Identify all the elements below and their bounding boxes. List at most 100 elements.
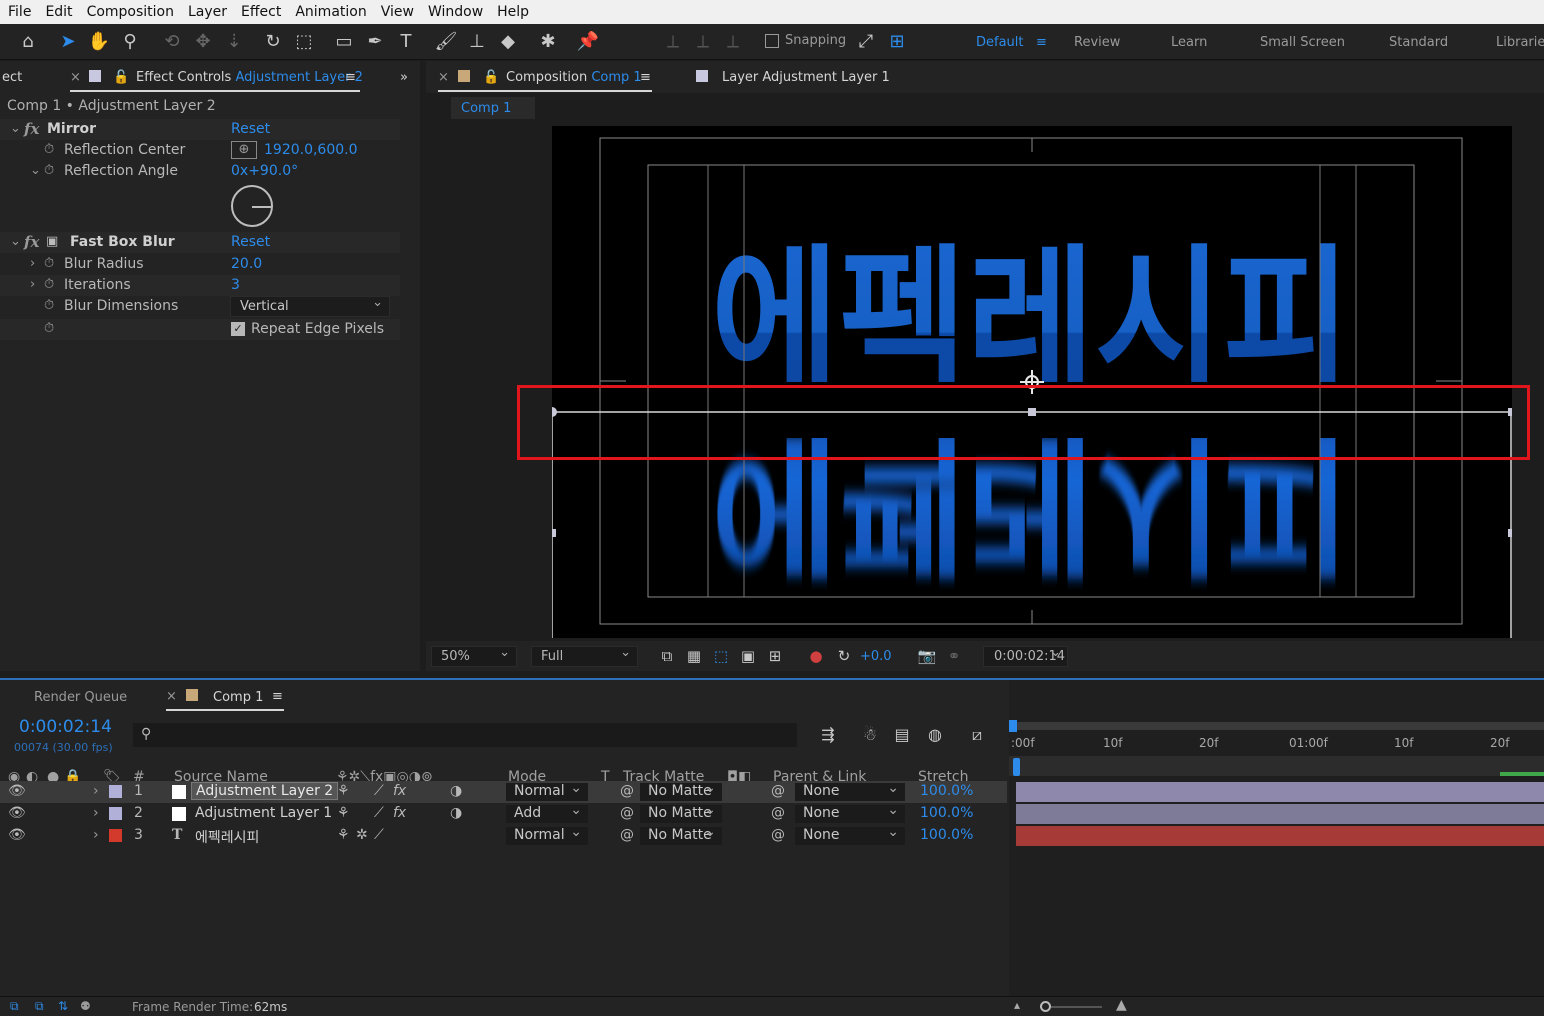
workspace-standard[interactable]: Standard: [1389, 35, 1448, 50]
work-area-start-handle[interactable]: [1009, 720, 1017, 732]
lock-icon[interactable]: 🔓: [113, 70, 129, 85]
motion-blur-icon[interactable]: ◍: [922, 722, 948, 748]
chevron-down-icon[interactable]: ⌄: [30, 163, 41, 178]
crosshair-icon[interactable]: ⊕: [231, 141, 257, 159]
current-time[interactable]: 0:00:02:14: [19, 717, 112, 737]
stretch-value[interactable]: 100.0%: [920, 783, 973, 799]
repeat-edge-checkbox[interactable]: ✓: [231, 322, 245, 336]
comp-sub-tab[interactable]: Comp 1: [451, 97, 535, 119]
mirror-reset-link[interactable]: Reset: [231, 121, 270, 137]
layer-label-swatch[interactable]: [109, 785, 122, 798]
render-time-toggle-icon[interactable]: ⚉: [80, 999, 91, 1013]
reflection-center-value[interactable]: 1920.0,600.0: [264, 142, 358, 158]
blur-radius-value[interactable]: 20.0: [231, 256, 262, 272]
quality-switch-icon[interactable]: ⟋: [374, 827, 384, 843]
menu-layer[interactable]: Layer: [180, 4, 227, 20]
eraser-tool-icon[interactable]: ◆: [495, 29, 521, 55]
playhead[interactable]: [1013, 758, 1020, 776]
timeline-graph-area[interactable]: :00f 10f 20f 01:00f 10f 20f: [1009, 680, 1544, 1016]
channels-icon[interactable]: ●: [803, 643, 829, 669]
view-axis-icon[interactable]: ⟂: [720, 29, 746, 55]
layer-handle[interactable]: [1508, 529, 1512, 537]
tab-composition[interactable]: Composition Comp 1: [506, 70, 642, 85]
parent-pickwhip-icon[interactable]: @: [771, 783, 785, 799]
eye-icon[interactable]: 👁: [8, 805, 26, 821]
pen-tool-icon[interactable]: ✒: [362, 29, 388, 55]
menu-edit[interactable]: Edit: [37, 4, 72, 20]
stopwatch-icon[interactable]: ⏱: [44, 142, 54, 157]
rotation-tool-icon[interactable]: ↻: [260, 29, 286, 55]
fast-box-blur-reset-link[interactable]: Reset: [231, 234, 270, 250]
snapping-toggle[interactable]: Snapping: [765, 33, 846, 48]
dolly-camera-icon[interactable]: ⇣: [221, 29, 247, 55]
effect-fast-box-blur-row[interactable]: ⌄ fx ▣ Fast Box Blur Reset: [0, 232, 400, 253]
layer-row-3[interactable]: 👁 › 3 T 에펙레시피 ⚘ ✲ ⟋ Normal @ No Matte @ …: [0, 824, 1007, 847]
chevron-down-icon[interactable]: ⌄: [10, 121, 21, 136]
effect-mirror-row[interactable]: ⌄ fx Mirror Reset: [0, 119, 400, 140]
parent-pickwhip-icon[interactable]: @: [771, 805, 785, 821]
layer-bar-3[interactable]: [1016, 826, 1544, 846]
collapse-switch-icon[interactable]: ✲: [356, 827, 368, 843]
parent-dropdown[interactable]: None: [795, 824, 905, 845]
stopwatch-icon[interactable]: ⏱: [44, 277, 54, 292]
in-out-toggle-icon[interactable]: ⇅: [58, 999, 68, 1013]
tab-comp-1[interactable]: Comp 1: [213, 690, 263, 705]
spiral-link-icon[interactable]: @: [620, 827, 634, 843]
layer-row-2[interactable]: 👁 › 2 Adjustment Layer 1 ⚘ ⟋ fx ◑ Add @ …: [0, 802, 1007, 825]
mode-dropdown[interactable]: Normal: [506, 780, 588, 801]
mask-visibility-icon[interactable]: ⬚: [708, 643, 734, 669]
puppet-pin-tool-icon[interactable]: 📌: [575, 29, 601, 55]
work-area-bar[interactable]: [1013, 722, 1544, 730]
shy-layers-icon[interactable]: ☃: [857, 722, 883, 748]
reset-exposure-icon[interactable]: ↻: [831, 643, 857, 669]
lock-icon[interactable]: 🔓: [483, 70, 499, 85]
show-snapshot-icon[interactable]: ⚭: [941, 643, 967, 669]
track-matte-dropdown[interactable]: No Matte: [640, 824, 722, 845]
fx-icon[interactable]: fx: [24, 120, 39, 138]
menu-effect[interactable]: Effect: [233, 4, 281, 20]
tab-render-queue[interactable]: Render Queue: [34, 690, 127, 705]
snap-options-icon[interactable]: ⤢: [853, 29, 879, 55]
chevron-right-icon[interactable]: ›: [30, 277, 35, 292]
spiral-link-icon[interactable]: @: [620, 805, 634, 821]
world-axis-icon[interactable]: ⟂: [690, 29, 716, 55]
eye-icon[interactable]: 👁: [8, 783, 26, 799]
selection-tool-icon[interactable]: ➤: [55, 29, 81, 55]
chevron-right-icon[interactable]: ›: [93, 827, 99, 843]
grid-guides-icon[interactable]: ⊞: [762, 643, 788, 669]
hand-tool-icon[interactable]: ✋: [86, 29, 112, 55]
mode-dropdown[interactable]: Add: [506, 802, 588, 823]
angle-dial[interactable]: [231, 185, 273, 227]
resolution-dropdown[interactable]: Full: [531, 645, 638, 667]
zoom-dropdown[interactable]: 50%: [431, 645, 517, 667]
search-input[interactable]: ⚲: [133, 723, 797, 747]
panel-menu-icon[interactable]: ≡: [345, 70, 356, 85]
tab-effect-controls[interactable]: Effect Controls Adjustment Layer 2: [136, 70, 363, 85]
layer-bar-1[interactable]: [1016, 782, 1544, 802]
layer-handle[interactable]: [552, 529, 556, 537]
exposure-value[interactable]: +0.0: [860, 649, 892, 664]
transparency-grid-icon[interactable]: ▦: [681, 643, 707, 669]
layer-name[interactable]: Adjustment Layer 2: [191, 782, 339, 800]
quality-switch-icon[interactable]: ⟋: [374, 805, 384, 821]
tab-layer-adjustment-layer-1[interactable]: Layer Adjustment Layer 1: [722, 70, 890, 85]
chevron-right-icon[interactable]: ›: [93, 805, 99, 821]
layer-bar-2[interactable]: [1016, 804, 1544, 824]
always-preview-icon[interactable]: ⧉: [654, 643, 680, 669]
orbit-camera-icon[interactable]: ⟲: [159, 29, 185, 55]
close-tab-icon[interactable]: ×: [166, 689, 177, 704]
current-time-display[interactable]: 0:00:02:14: [983, 645, 1068, 667]
workspace-default[interactable]: Default: [976, 35, 1024, 50]
clone-stamp-tool-icon[interactable]: ⊥: [464, 29, 490, 55]
pan-behind-tool-icon[interactable]: ⬚: [291, 29, 317, 55]
zoom-in-icon[interactable]: ▲: [1116, 997, 1127, 1013]
parent-dropdown[interactable]: None: [795, 780, 905, 801]
adjustment-switch-icon[interactable]: ◑: [450, 783, 462, 799]
stopwatch-icon[interactable]: ⏱: [44, 163, 54, 178]
shy-switch-icon[interactable]: ⚘: [337, 827, 350, 843]
zoom-tool-icon[interactable]: ⚲: [117, 29, 143, 55]
zoom-slider-thumb[interactable]: [1040, 1001, 1051, 1012]
roto-brush-tool-icon[interactable]: ✱: [535, 29, 561, 55]
comp-flowchart-icon[interactable]: ⇶: [815, 722, 841, 748]
stopwatch-icon[interactable]: ⏱: [44, 256, 54, 271]
